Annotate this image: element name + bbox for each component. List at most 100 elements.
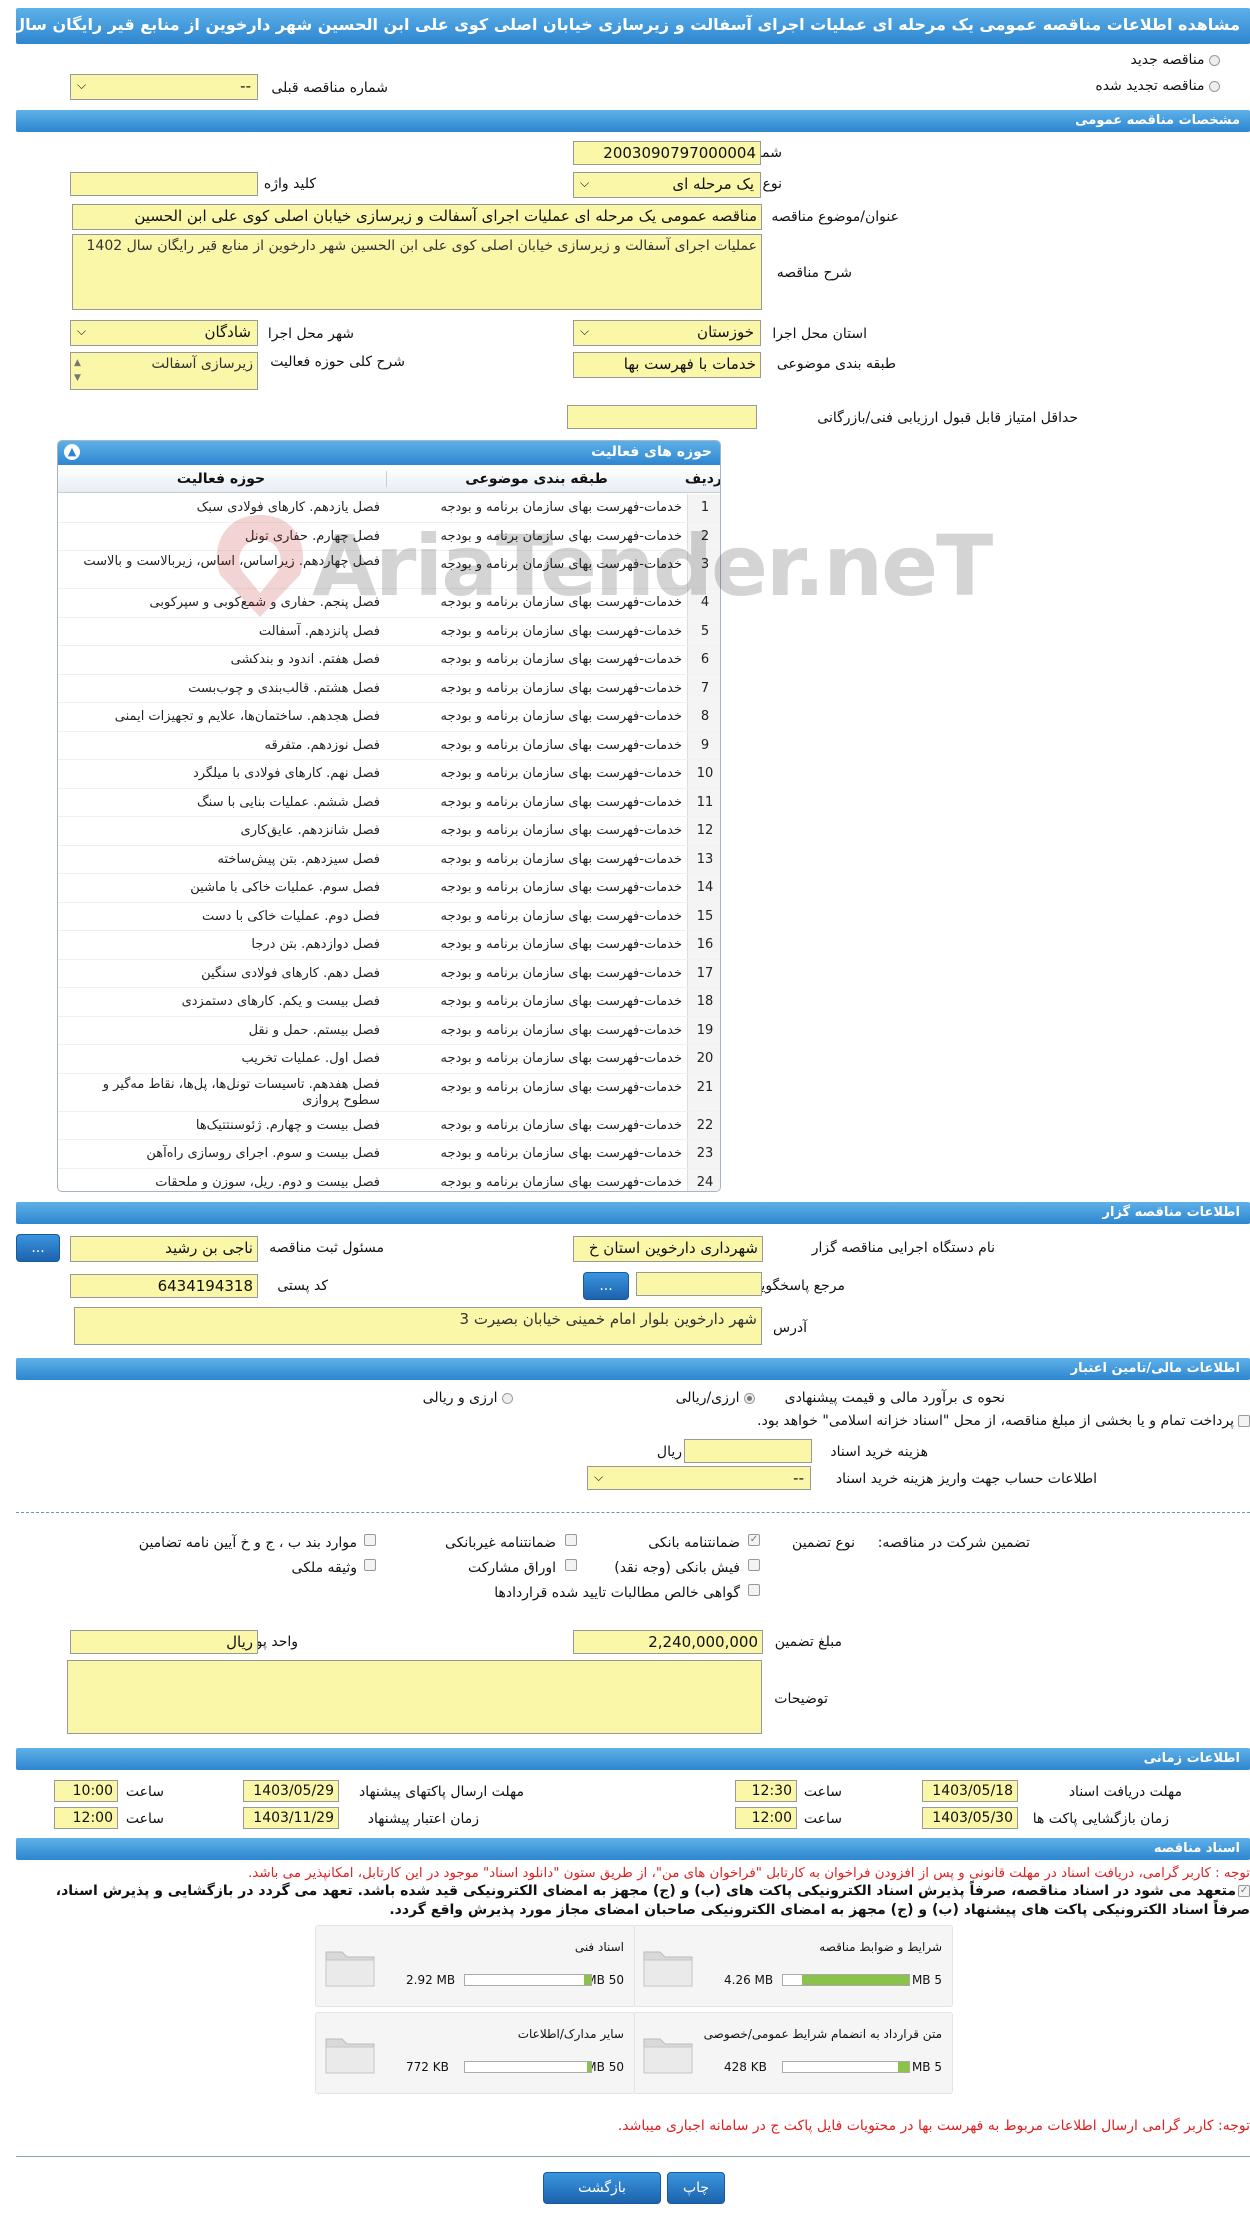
province-select[interactable]: خوزستان ⌵ xyxy=(573,320,761,346)
activity-field[interactable]: زیرسازی آسفالت xyxy=(70,352,258,390)
document-name: اسناد فنی xyxy=(574,1940,624,1954)
org-name-field[interactable]: شهرداری دارخوین استان خ xyxy=(573,1236,763,1262)
commit-checkbox[interactable]: ✓ xyxy=(1238,1885,1250,1897)
collapse-icon[interactable]: ▲ xyxy=(64,444,80,460)
table-row: 1 خدمات-فهرست بهای سازمان برنامه و بودجه ف… xyxy=(58,494,720,523)
guarantee-amount-field[interactable]: 2,240,000,000 xyxy=(573,1630,763,1654)
row-category: خدمات-فهرست بهای سازمان برنامه و بودجه xyxy=(440,528,682,544)
doc-cost-field[interactable] xyxy=(684,1439,812,1463)
postal-code-field[interactable]: 6434194318 xyxy=(70,1274,258,1298)
validity-time[interactable]: 12:00 xyxy=(54,1807,118,1829)
document-name: سایر مدارک/اطلاعات xyxy=(517,2027,624,2041)
document-progress-fill xyxy=(898,2062,909,2072)
row-category: خدمات-فهرست بهای سازمان برنامه و بودجه xyxy=(440,1174,682,1190)
opt-regulation-checkbox[interactable] xyxy=(364,1534,376,1546)
row-category: خدمات-فهرست بهای سازمان برنامه و بودجه xyxy=(440,680,682,696)
col-activity-header: حوزه فعالیت xyxy=(176,471,266,487)
opt-property-checkbox[interactable] xyxy=(364,1559,376,1571)
table-row: 15 خدمات-فهرست بهای سازمان برنامه و بودجه… xyxy=(58,902,720,931)
document-max-size: 5 MB xyxy=(911,2060,942,2074)
scroll-arrows-icon[interactable]: ▲ ▼ xyxy=(74,356,81,386)
opt-bank-guarantee-checkbox[interactable]: ✓ xyxy=(748,1534,760,1546)
opening-time[interactable]: 12:00 xyxy=(735,1807,797,1829)
doc-receive-date[interactable]: 1403/05/18 xyxy=(922,1780,1018,1802)
document-size: 2.92 MB xyxy=(406,1973,456,1987)
doc-receive-time[interactable]: 12:30 xyxy=(735,1780,797,1802)
tender-number-field[interactable]: 2003090797000004 xyxy=(573,141,761,165)
opt-nonbank-checkbox[interactable] xyxy=(565,1534,577,1546)
prev-tender-select[interactable]: -- ⌵ xyxy=(70,74,258,100)
row-category: خدمات-فهرست بهای سازمان برنامه و بودجه xyxy=(440,1146,682,1161)
account-select[interactable]: -- ⌵ xyxy=(587,1466,811,1490)
responsible-field[interactable]: ناجی بن رشید xyxy=(70,1236,258,1262)
row-activity: فصل هجدهم. ساختمان‌ها، علایم و تجهیزات ا… xyxy=(114,709,380,724)
opening-date[interactable]: 1403/05/30 xyxy=(922,1807,1018,1829)
activities-table-title: حوزه های فعالیت xyxy=(591,444,712,460)
account-value: -- xyxy=(793,1469,804,1487)
row-number: 9 xyxy=(687,731,720,759)
validity-date[interactable]: 1403/11/29 xyxy=(243,1807,339,1829)
address-field[interactable]: شهر دارخوین بلوار امام خمینی خیابان بصیر… xyxy=(74,1307,762,1345)
currency-unit-field[interactable]: ریال xyxy=(70,1630,258,1654)
validity-label: زمان اعتبار پیشنهاد xyxy=(367,1811,479,1827)
opt-cash-label: فیش بانکی (وجه نقد) xyxy=(614,1560,740,1576)
notes-field[interactable] xyxy=(67,1660,762,1734)
description-field[interactable]: عملیات اجرای آسفالت و زیرسازی خیابان اصل… xyxy=(72,234,762,310)
chevron-down-icon: ⌵ xyxy=(77,78,87,92)
select-responsible-button[interactable]: ... xyxy=(16,1234,60,1262)
document-file-box[interactable]: متن قرارداد به انضمام شرایط عمومی/خصوصی 5… xyxy=(633,2012,953,2094)
opt-cash-checkbox[interactable] xyxy=(748,1559,760,1571)
docs-notice: توجه : کاربر گرامی، دریافت اسناد در مهلت… xyxy=(248,1866,1250,1881)
renewed-tender-radio[interactable]: مناقصه تجدید شده xyxy=(1095,78,1220,94)
document-file-box[interactable]: سایر مدارک/اطلاعات 50 MB 772 KB xyxy=(315,2012,635,2094)
opt-bonds-label: اوراق مشارکت xyxy=(467,1560,556,1576)
new-tender-radio[interactable]: مناقصه جدید xyxy=(1131,52,1220,68)
subject-field[interactable]: مناقصه عمومی یک مرحله ای عملیات اجرای آس… xyxy=(72,204,762,230)
row-activity: فصل سوم. عملیات خاکی با ماشین xyxy=(190,880,380,895)
document-file-box[interactable]: اسناد فنی 50 MB 2.92 MB xyxy=(315,1925,635,2007)
document-max-size: 5 MB xyxy=(911,1973,942,1987)
back-button[interactable]: بازگشت xyxy=(543,2172,661,2204)
opt-bonds-checkbox[interactable] xyxy=(565,1559,577,1571)
row-activity: فصل ششم. عملیات بنایی با سنگ xyxy=(197,794,380,810)
divider xyxy=(16,1512,1250,1513)
type-select[interactable]: یک مرحله ای ⌵ xyxy=(573,172,761,198)
doc-receive-label: مهلت دریافت اسناد xyxy=(1068,1784,1182,1800)
section-organizer-header: اطلاعات مناقصه گزار xyxy=(16,1202,1250,1224)
document-progress-fill xyxy=(587,2062,591,2072)
row-category: خدمات-فهرست بهای سازمان برنامه و بودجه xyxy=(440,1117,682,1133)
treasury-text: پرداخت تمام و یا بخشی از مبلغ مناقصه، از… xyxy=(757,1413,1234,1429)
row-category: خدمات-فهرست بهای سازمان برنامه و بودجه xyxy=(440,823,682,838)
envelope-send-date[interactable]: 1403/05/29 xyxy=(243,1780,339,1802)
document-file-box[interactable]: شرایط و ضوابط مناقصه 5 MB 4.26 MB xyxy=(633,1925,953,2007)
category-field[interactable]: خدمات با فهرست بها xyxy=(573,352,761,378)
postal-code-label: کد پستی xyxy=(277,1278,328,1294)
row-category: خدمات-فهرست بهای سازمان برنامه و بودجه xyxy=(440,1079,682,1095)
row-category: خدمات-فهرست بهای سازمان برنامه و بودجه xyxy=(440,737,682,753)
row-category: خدمات-فهرست بهای سازمان برنامه و بودجه xyxy=(440,500,682,515)
chevron-down-icon: ⌵ xyxy=(580,324,590,338)
row-activity: فصل پنجم. حفاری و شمع‌کوبی و سپرکوبی xyxy=(149,595,380,610)
row-activity: فصل دوم. عملیات خاکی با دست xyxy=(202,908,380,924)
treasury-checkbox[interactable] xyxy=(1238,1415,1250,1427)
row-number: 5 xyxy=(687,617,720,645)
activities-table-columns: ردیف طبقه بندی موضوعی حوزه فعالیت xyxy=(58,467,720,493)
currency-rial-radio[interactable]: ارزی و ریالی xyxy=(423,1390,513,1406)
select-reference-button[interactable]: ... xyxy=(583,1272,629,1300)
reference-field[interactable] xyxy=(636,1272,762,1296)
address-label: آدرس xyxy=(773,1320,807,1336)
row-category: خدمات-فهرست بهای سازمان برنامه و بودجه xyxy=(440,965,682,981)
opt-property-label: وثیقه ملکی xyxy=(291,1560,357,1576)
folder-icon xyxy=(325,1951,375,1987)
opt-regulation-label: موارد بند ب ، ج و خ آیین نامه تضامین xyxy=(138,1535,357,1551)
keyword-field[interactable] xyxy=(70,172,258,196)
print-button[interactable]: چاپ xyxy=(667,2172,725,2204)
chevron-down-icon: ⌵ xyxy=(580,176,590,190)
row-number: 6 xyxy=(687,646,720,674)
doc-cost-unit: ریال xyxy=(656,1444,682,1460)
opt-receivables-checkbox[interactable] xyxy=(748,1584,760,1596)
city-select[interactable]: شادگان ⌵ xyxy=(70,320,258,346)
min-score-field[interactable] xyxy=(567,405,757,429)
rial-radio[interactable]: ارزی/ریالی xyxy=(676,1390,755,1406)
envelope-send-time[interactable]: 10:00 xyxy=(54,1780,118,1802)
